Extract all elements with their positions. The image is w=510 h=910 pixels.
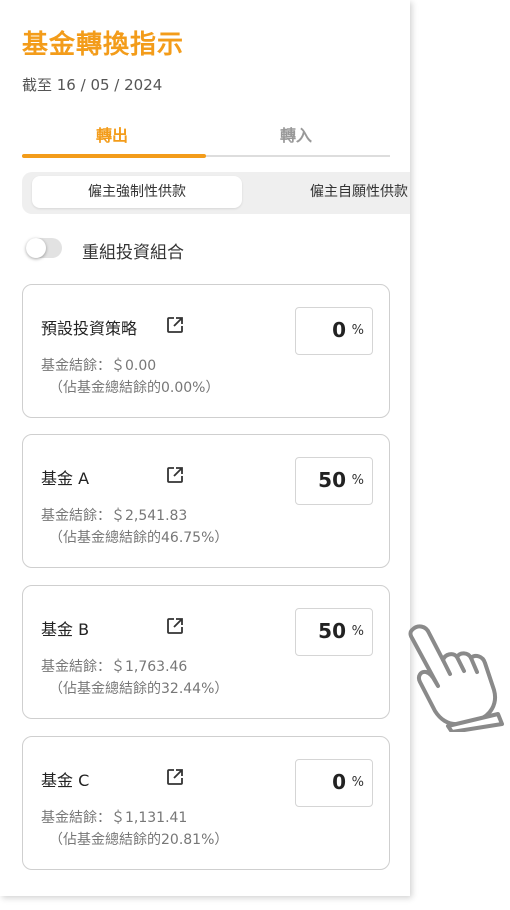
fund-switch-panel: 基金轉換指示 截至 16 / 05 / 2024 轉出 轉入 僱主強制性供款 僱…	[0, 0, 410, 896]
percent-sign: %	[351, 473, 364, 488]
percent-sign: %	[351, 323, 364, 338]
contribution-type-selector: 僱主強制性供款 僱主自願性供款	[22, 172, 410, 214]
fund-card: 基金 C 基金結餘：＄1,131.41 （佔基金總結餘的20.81%） 0 %	[22, 736, 390, 870]
tab-switch-out[interactable]: 轉出	[96, 122, 128, 146]
percent-input[interactable]: 0 %	[295, 759, 373, 807]
percent-value: 50	[318, 619, 346, 643]
fund-balance: 基金結餘：＄0.00	[41, 358, 157, 374]
percent-sign: %	[351, 775, 364, 790]
external-link-icon[interactable]	[165, 465, 185, 485]
rebalance-toggle[interactable]	[26, 238, 62, 258]
rebalance-label: 重組投資組合	[82, 243, 184, 263]
tab-active-indicator	[22, 154, 206, 158]
fund-card: 基金 B 基金結餘：＄1,763.46 （佔基金總結餘的32.44%） 50 %	[22, 585, 390, 719]
percent-input[interactable]: 50 %	[295, 608, 373, 656]
percent-input[interactable]: 0 %	[295, 307, 373, 355]
fund-name: 基金 B	[41, 620, 90, 639]
fund-balance: 基金結餘：＄2,541.83	[41, 508, 188, 524]
as-of-date: 截至 16 / 05 / 2024	[22, 76, 163, 94]
fund-share: （佔基金總結餘的20.81%）	[49, 832, 229, 848]
external-link-icon[interactable]	[165, 315, 185, 335]
segment-employer-voluntary[interactable]: 僱主自願性供款	[310, 176, 408, 208]
fund-balance: 基金結餘：＄1,131.41	[41, 810, 188, 826]
tab-bar: 轉出 轉入	[22, 112, 390, 160]
fund-balance: 基金結餘：＄1,763.46	[41, 659, 188, 675]
percent-input[interactable]: 50 %	[295, 457, 373, 505]
fund-name: 基金 C	[41, 771, 90, 790]
toggle-knob	[26, 238, 46, 258]
fund-name: 基金 A	[41, 469, 90, 488]
pointer-hand-icon	[408, 624, 504, 732]
fund-share: （佔基金總結餘的46.75%）	[49, 530, 229, 546]
percent-sign: %	[351, 624, 364, 639]
external-link-icon[interactable]	[165, 616, 185, 636]
percent-value: 0	[332, 770, 346, 794]
percent-value: 0	[332, 318, 346, 342]
fund-name: 預設投資策略	[41, 319, 138, 338]
segment-employer-mandatory[interactable]: 僱主強制性供款	[32, 176, 242, 208]
percent-value: 50	[318, 468, 346, 492]
fund-card: 預設投資策略 基金結餘：＄0.00 （佔基金總結餘的0.00%） 0 %	[22, 284, 390, 418]
tab-switch-in[interactable]: 轉入	[280, 122, 312, 146]
fund-card: 基金 A 基金結餘：＄2,541.83 （佔基金總結餘的46.75%） 50 %	[22, 434, 390, 568]
fund-share: （佔基金總結餘的0.00%）	[49, 380, 220, 396]
fund-share: （佔基金總結餘的32.44%）	[49, 681, 229, 697]
external-link-icon[interactable]	[165, 767, 185, 787]
page-title: 基金轉換指示	[22, 30, 185, 60]
